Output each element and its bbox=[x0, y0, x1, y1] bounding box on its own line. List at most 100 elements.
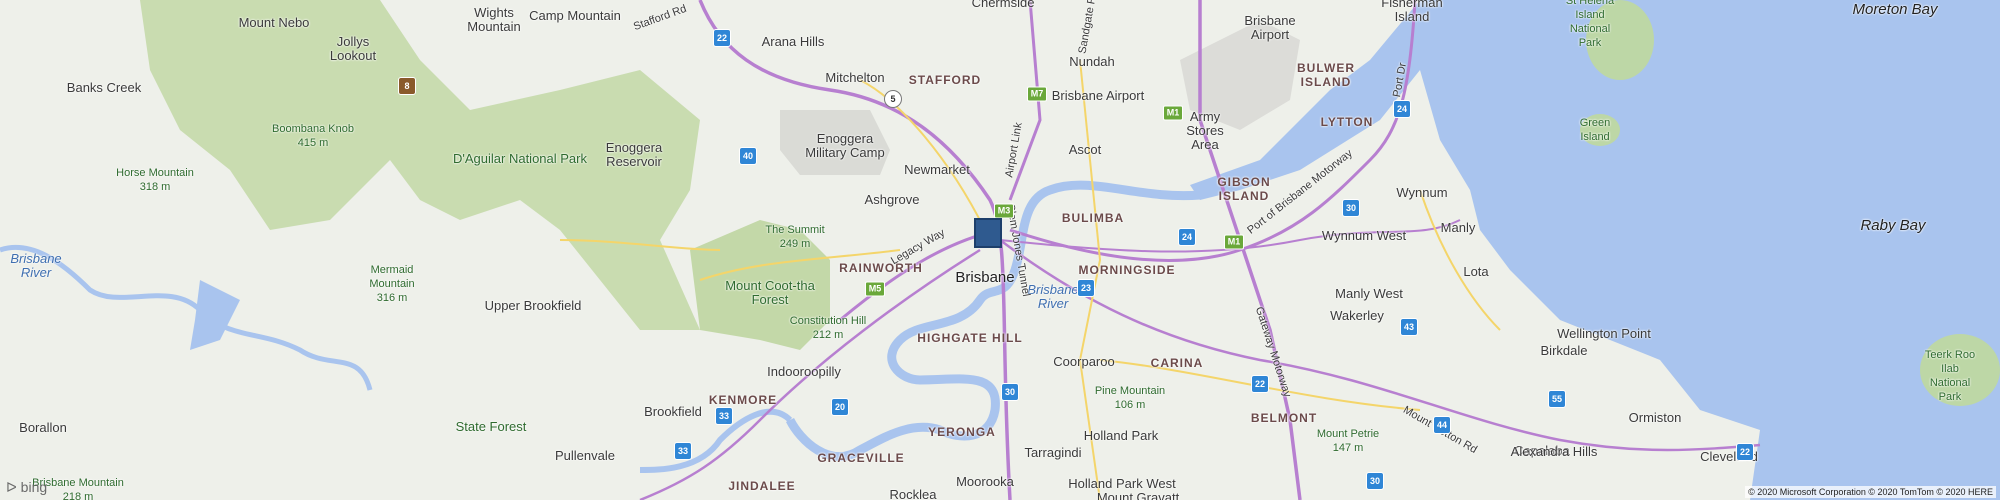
place-label-carina: CARINA bbox=[1150, 356, 1204, 370]
bing-brand-text: bing bbox=[20, 479, 48, 495]
route-shield-route-30-e: 30 bbox=[1342, 199, 1360, 217]
place-label-ormiston: Ormiston bbox=[1628, 410, 1682, 425]
place-label-enoggera-reservoir: Enoggera Reservoir bbox=[605, 140, 663, 169]
place-label-coorparoo: Coorparoo bbox=[1053, 354, 1115, 369]
place-label-borallon: Borallon bbox=[19, 420, 67, 435]
route-shield-route-43: 43 bbox=[1400, 318, 1418, 336]
place-label-highgate-hill: HIGHGATE HILL bbox=[917, 331, 1023, 345]
place-label-state-forest: State Forest bbox=[455, 419, 527, 434]
route-shield-route-22: 22 bbox=[1251, 375, 1269, 393]
map-base-layer bbox=[0, 0, 2000, 500]
bing-logo: ᐅ bing bbox=[6, 479, 47, 496]
route-shield-route-40: 40 bbox=[739, 147, 757, 165]
place-label-upper-brookfield: Upper Brookfield bbox=[484, 298, 582, 313]
place-label-lota: Lota bbox=[1463, 264, 1489, 279]
place-label-teerk-roo: Teerk Roo Ilab National Park bbox=[1924, 349, 1976, 403]
place-label-fisherman-island: Fisherman Island bbox=[1381, 0, 1443, 24]
place-label-camp-mountain: Camp Mountain bbox=[529, 8, 621, 23]
place-label-bulwer-island: BULWER ISLAND bbox=[1297, 61, 1355, 89]
place-label-nundah: Nundah bbox=[1069, 54, 1115, 69]
place-label-mitchelton: Mitchelton bbox=[825, 70, 885, 85]
place-label-jindalee: JINDALEE bbox=[728, 479, 796, 493]
route-shield-route-m7: M7 bbox=[1027, 86, 1047, 102]
place-label-ascot: Ascot bbox=[1068, 142, 1102, 157]
route-shield-route-24-b: 24 bbox=[1178, 228, 1196, 246]
place-label-morningside: MORNINGSIDE bbox=[1078, 263, 1176, 277]
place-label-brisbane-airport-2: Brisbane Airport bbox=[1051, 88, 1145, 103]
place-label-mount-cootha: Mount Coot-tha Forest bbox=[725, 278, 815, 307]
place-label-boombana-knob: Boombana Knob 415 m bbox=[272, 123, 354, 149]
place-label-daguilar-np: D'Aguilar National Park bbox=[453, 151, 587, 166]
place-label-ashgrove: Ashgrove bbox=[864, 192, 920, 207]
place-label-brisbane-river: Brisbane River bbox=[1027, 282, 1079, 311]
route-shield-route-33-b: 33 bbox=[674, 442, 692, 460]
route-shield-route-m5: M5 bbox=[865, 281, 885, 297]
copyright-notice: © 2020 Microsoft Corporation © 2020 TomT… bbox=[1745, 486, 1996, 498]
route-shield-route-30: 30 bbox=[1001, 383, 1019, 401]
route-shield-route-m3: M3 bbox=[994, 203, 1014, 219]
location-pin[interactable] bbox=[974, 218, 1002, 248]
place-label-mount-petrie: Mount Petrie 147 m bbox=[1316, 428, 1380, 454]
place-label-rocklea: Rocklea bbox=[889, 487, 937, 500]
place-label-jollys-lookout: Jollys Lookout bbox=[329, 34, 377, 63]
route-shield-route-m1: M1 bbox=[1224, 234, 1244, 250]
place-label-belmont: BELMONT bbox=[1250, 411, 1318, 425]
route-shield-route-33: 33 bbox=[715, 407, 733, 425]
place-label-constitution-hill: Constitution Hill 212 m bbox=[789, 315, 867, 341]
place-label-wights-mountain: Wights Mountain bbox=[467, 5, 521, 34]
place-label-gibson-island: GIBSON ISLAND bbox=[1217, 175, 1271, 203]
place-label-horse-mountain: Horse Mountain 318 m bbox=[116, 167, 194, 193]
route-shield-route-55: 55 bbox=[1548, 390, 1566, 408]
place-label-graceville: GRACEVILLE bbox=[817, 451, 905, 465]
route-shield-route-22-n: 22 bbox=[713, 29, 731, 47]
place-label-st-helena: St Helena Island National Park bbox=[1565, 0, 1615, 49]
route-shield-route-44: 44 bbox=[1433, 416, 1451, 434]
route-shield-route-m1-n: M1 bbox=[1163, 105, 1183, 121]
place-label-holland-park: Holland Park bbox=[1083, 428, 1159, 443]
place-label-birkdale: Birkdale bbox=[1540, 343, 1588, 358]
place-label-arana-hills: Arana Hills bbox=[761, 34, 825, 49]
place-label-enoggera-military: Enoggera Military Camp bbox=[805, 131, 885, 160]
place-label-rainworth: RAINWORTH bbox=[839, 261, 923, 275]
map-view[interactable]: Mount Nebo Wights Mountain Camp Mountain Jo… bbox=[0, 0, 2000, 500]
place-label-newmarket: Newmarket bbox=[904, 162, 970, 177]
bing-icon: ᐅ bbox=[6, 479, 17, 495]
place-label-wellington-point: Wellington Point bbox=[1557, 326, 1651, 341]
place-label-stafford: STAFFORD bbox=[908, 73, 982, 87]
place-label-brisbane-river-w: Brisbane River bbox=[10, 251, 62, 280]
place-label-brisbane-airport: Brisbane Airport bbox=[1244, 13, 1296, 42]
route-shield-route-30-s: 30 bbox=[1366, 472, 1384, 490]
place-label-wakerley: Wakerley bbox=[1330, 308, 1384, 323]
place-label-moreton-bay: Moreton Bay bbox=[1852, 1, 1938, 18]
place-label-brisbane: Brisbane bbox=[955, 269, 1015, 286]
place-label-lytton: LYTTON bbox=[1320, 115, 1374, 129]
route-shield-route-23: 23 bbox=[1077, 279, 1095, 297]
place-label-army-stores: Army Stores Area bbox=[1186, 109, 1224, 152]
place-label-pullenvale: Pullenvale bbox=[555, 448, 615, 463]
place-label-the-summit: The Summit 249 m bbox=[765, 224, 825, 250]
place-label-wynnum: Wynnum bbox=[1396, 185, 1448, 200]
place-label-wynnum-west: Wynnum West bbox=[1321, 228, 1407, 243]
place-label-chermside: Chermside bbox=[971, 0, 1035, 10]
place-label-raby-bay: Raby Bay bbox=[1860, 217, 1926, 234]
place-label-tarragindi: Tarragindi bbox=[1024, 445, 1082, 460]
place-label-mount-nebo: Mount Nebo bbox=[238, 15, 310, 30]
place-label-mount-gravatt: Mount Gravatt bbox=[1096, 490, 1180, 500]
place-label-mermaid-mountain: Mermaid Mountain 316 m bbox=[369, 264, 415, 304]
route-shield-route-8: 8 bbox=[398, 77, 416, 95]
route-shield-route-5: 5 bbox=[884, 90, 902, 108]
place-label-bulimba: BULIMBA bbox=[1061, 211, 1125, 225]
place-label-moorooka: Moorooka bbox=[956, 474, 1014, 489]
place-label-alexandra-hills: Alexandra Hills bbox=[1510, 444, 1598, 459]
route-shield-route-24: 24 bbox=[1393, 100, 1411, 118]
place-label-yeronga: YERONGA bbox=[928, 425, 996, 439]
place-label-holland-park-west: Holland Park West bbox=[1068, 476, 1176, 491]
route-shield-route-20: 20 bbox=[831, 398, 849, 416]
place-label-manly: Manly bbox=[1440, 220, 1476, 235]
place-label-kenmore: KENMORE bbox=[708, 393, 778, 407]
place-label-banks-creek: Banks Creek bbox=[66, 80, 142, 95]
place-label-manly-west: Manly West bbox=[1335, 286, 1403, 301]
place-label-pine-mountain: Pine Mountain 106 m bbox=[1094, 385, 1166, 411]
place-label-green-island: Green Island bbox=[1579, 117, 1611, 143]
route-shield-route-22-s: 22 bbox=[1736, 443, 1754, 461]
